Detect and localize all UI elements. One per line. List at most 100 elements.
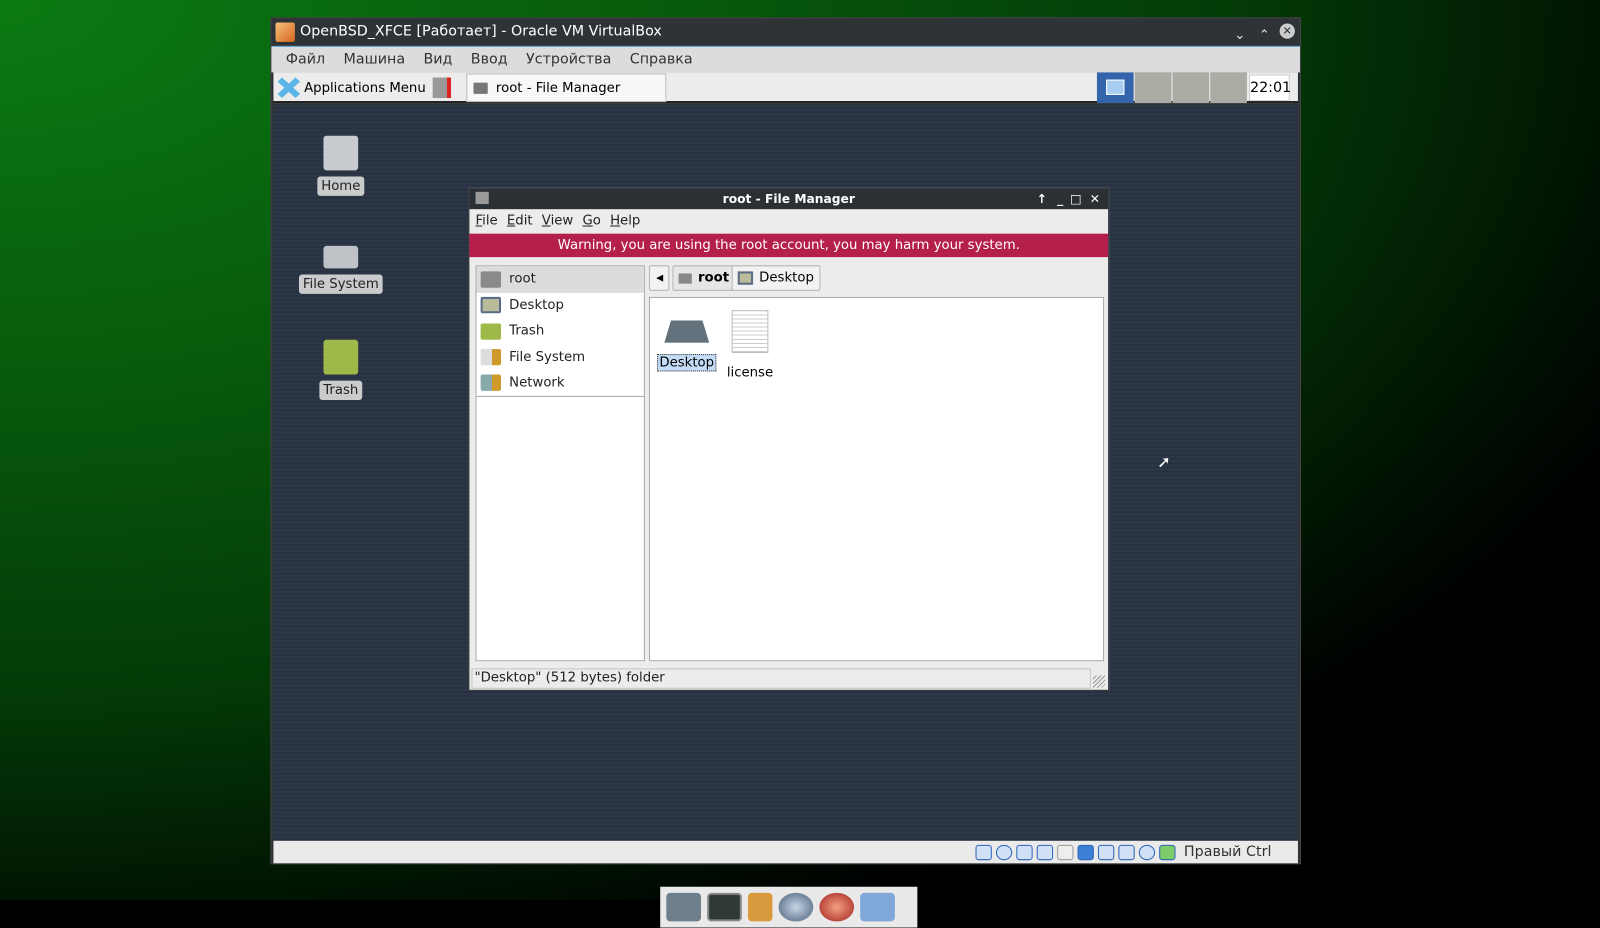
label: Desktop <box>759 270 814 286</box>
applications-menu-button[interactable]: Applications Menu <box>277 77 426 98</box>
desktop-launcher-icon[interactable] <box>666 892 702 922</box>
network-icon[interactable] <box>1036 844 1054 860</box>
path-back-button[interactable]: ◀ <box>648 265 670 291</box>
folder-home-icon <box>473 82 488 94</box>
vm-statusbar: Правый Ctrl <box>273 840 1298 864</box>
virtualbox-icon <box>275 22 295 42</box>
maximize-icon[interactable]: □ <box>1070 189 1082 209</box>
file-manager-icon[interactable] <box>747 892 773 922</box>
label: root <box>509 271 536 287</box>
dock <box>660 886 918 928</box>
workspace-1[interactable] <box>1096 72 1134 104</box>
cpu-icon[interactable] <box>1139 844 1156 860</box>
desktop-folder-icon <box>664 320 710 343</box>
shared-folders-icon[interactable] <box>1098 844 1115 860</box>
minimize-icon[interactable]: _ <box>1057 189 1063 209</box>
file-manager-window: root - File Manager ↑ _ □ ✕ File Edit View… <box>468 187 1110 691</box>
trash-icon <box>480 323 502 340</box>
menu-view[interactable]: Вид <box>414 47 461 67</box>
menu-go[interactable]: Go <box>576 209 604 228</box>
vm-title-bar: OpenBSD_XFCE [Работает] - Oracle VM Virt… <box>271 18 1300 45</box>
sidebar: root Desktop Trash File System Network <box>475 265 645 662</box>
window-icon[interactable] <box>475 191 489 205</box>
file-item-license[interactable]: license <box>719 310 780 381</box>
menu-machine[interactable]: Машина <box>334 47 414 67</box>
host-key-label: Правый Ctrl <box>1183 843 1272 861</box>
apps-menu-label: Applications Menu <box>304 80 426 96</box>
menu-edit[interactable]: Edit <box>501 209 536 228</box>
logout-icon[interactable] <box>432 77 452 98</box>
path-button-desktop[interactable]: Desktop <box>731 265 821 291</box>
fm-title: root - File Manager <box>722 191 855 207</box>
audio-icon[interactable] <box>1016 844 1033 860</box>
fm-title-bar[interactable]: root - File Manager ↑ _ □ ✕ <box>469 188 1109 210</box>
label: File System <box>298 274 383 294</box>
workspace-4[interactable] <box>1210 72 1247 104</box>
vm-title: OpenBSD_XFCE [Работает] - Oracle VM Virt… <box>299 23 662 40</box>
clock: 22:01 <box>1248 74 1291 102</box>
close-icon[interactable]: ✕ <box>1279 23 1295 39</box>
mnemonic: E <box>506 213 516 229</box>
menu-devices[interactable]: Устройства <box>517 47 621 67</box>
app-finder-icon[interactable] <box>819 892 855 922</box>
label: o <box>592 213 601 229</box>
filesystem-icon <box>480 349 502 366</box>
mnemonic: F <box>475 213 483 229</box>
label: license <box>726 365 774 381</box>
menu-help[interactable]: Справка <box>621 47 702 67</box>
path-button-root[interactable]: root <box>672 265 736 291</box>
root-warning-banner: Warning, you are using the root account,… <box>469 233 1109 258</box>
menu-file[interactable]: Файл <box>271 47 334 67</box>
sidebar-item-root[interactable]: root <box>476 266 644 293</box>
terminal-icon[interactable] <box>707 892 742 922</box>
status-bar: "Desktop" (512 bytes) folder <box>471 668 1091 689</box>
network-icon <box>480 374 502 392</box>
home-folder-icon <box>678 272 692 284</box>
trash-icon <box>323 339 359 375</box>
mnemonic: V <box>541 213 551 229</box>
text-file-icon <box>731 310 769 354</box>
label: Desktop <box>657 354 717 372</box>
desktop-icon-filesystem[interactable]: File System <box>295 238 387 294</box>
menu-help[interactable]: Help <box>604 209 643 228</box>
menu-input[interactable]: Ввод <box>462 47 517 67</box>
usb-icon[interactable] <box>1057 844 1074 860</box>
mouse-integration-icon[interactable] <box>1159 844 1176 860</box>
display-icon[interactable] <box>1077 844 1095 860</box>
workspace-2[interactable] <box>1134 72 1172 104</box>
desktop-icon-trash[interactable]: Trash <box>295 339 387 400</box>
hard-disk-icon[interactable] <box>975 844 993 860</box>
label: iew <box>550 213 574 229</box>
label: elp <box>620 213 641 229</box>
menu-view[interactable]: View <box>536 209 577 228</box>
xfce-panel: Applications Menu root - File Manager 22… <box>273 72 1298 104</box>
close-icon[interactable]: ✕ <box>1090 189 1100 209</box>
sidebar-item-desktop[interactable]: Desktop <box>477 292 644 318</box>
workspace-3[interactable] <box>1172 72 1210 104</box>
label: ile <box>482 213 498 229</box>
label: Trash <box>319 380 363 400</box>
menu-file[interactable]: File <box>469 209 500 228</box>
optical-drive-icon[interactable] <box>996 844 1013 860</box>
label: Network <box>509 375 565 391</box>
taskbar-item-file-manager[interactable]: root - File Manager <box>466 73 667 103</box>
drive-icon <box>323 245 359 269</box>
xfce-mouse-icon <box>277 77 300 98</box>
recording-icon[interactable] <box>1118 844 1135 860</box>
label: dit <box>515 213 533 229</box>
file-item-desktop[interactable]: Desktop <box>656 310 717 372</box>
resize-grip-icon[interactable] <box>1092 675 1106 688</box>
label: Home <box>317 176 365 196</box>
desktop-icon <box>737 271 754 285</box>
sidebar-item-trash[interactable]: Trash <box>477 318 644 344</box>
label: Desktop <box>509 297 564 314</box>
web-browser-icon[interactable] <box>778 892 814 922</box>
home-folder-icon <box>480 271 502 288</box>
vm-menubar: Файл Машина Вид Ввод Устройства Справка <box>271 45 1300 73</box>
label: Trash <box>509 323 545 340</box>
sidebar-item-network[interactable]: Network <box>476 370 644 397</box>
desktop-icon-home[interactable]: Home <box>295 135 387 196</box>
sidebar-item-filesystem[interactable]: File System <box>477 344 644 370</box>
shade-icon[interactable]: ↑ <box>1037 189 1047 209</box>
folder-icon[interactable] <box>860 892 895 922</box>
